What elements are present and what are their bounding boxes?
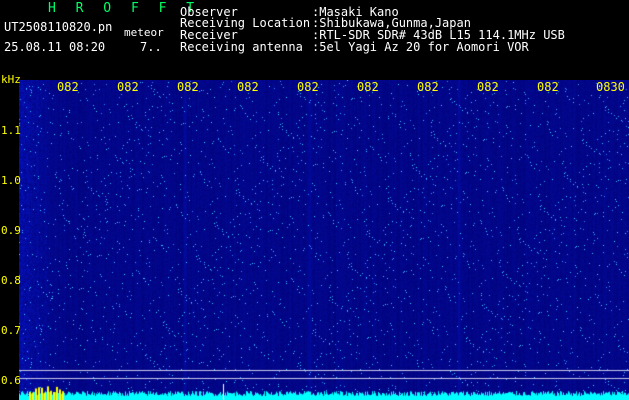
x-tick-label: 082 (417, 80, 439, 94)
y-tick-label: 0.7 (1, 324, 21, 337)
y-tick-label: 0.6 (1, 374, 21, 387)
x-tick-label: 082 (117, 80, 139, 94)
x-tick-label: 082 (57, 80, 79, 94)
x-tick-label: 082 (357, 80, 379, 94)
info-value-antenna: :5el Yagi Az 20 for Aomori VOR (312, 40, 529, 54)
file-name: UT2508110820.pn (4, 20, 113, 34)
x-tick-label: 0830 (596, 80, 625, 94)
file-tag: meteor (124, 26, 164, 39)
x-tick-label: 082 (537, 80, 559, 94)
x-tick-label: 082 (177, 80, 199, 94)
info-label-antenna: Receiving antenna (180, 40, 303, 54)
y-tick-label: 1.0 (1, 174, 21, 187)
datetime: 25.08.11 08:20 (4, 40, 106, 54)
spectrogram-image (19, 80, 629, 400)
x-tick-label: 082 (477, 80, 499, 94)
y-tick-label: 1.1 (1, 124, 21, 137)
y-tick-label: 0.8 (1, 274, 21, 287)
hroft-screen: H R O F F T UT2508110820.pn meteor 25.08… (0, 0, 629, 400)
y-axis-unit: kHz (1, 73, 21, 86)
x-tick-label: 082 (237, 80, 259, 94)
count-label: 7.. (140, 40, 162, 54)
app-title: H R O F F T (48, 1, 201, 16)
x-tick-label: 082 (297, 80, 319, 94)
y-tick-label: 0.9 (1, 224, 21, 237)
